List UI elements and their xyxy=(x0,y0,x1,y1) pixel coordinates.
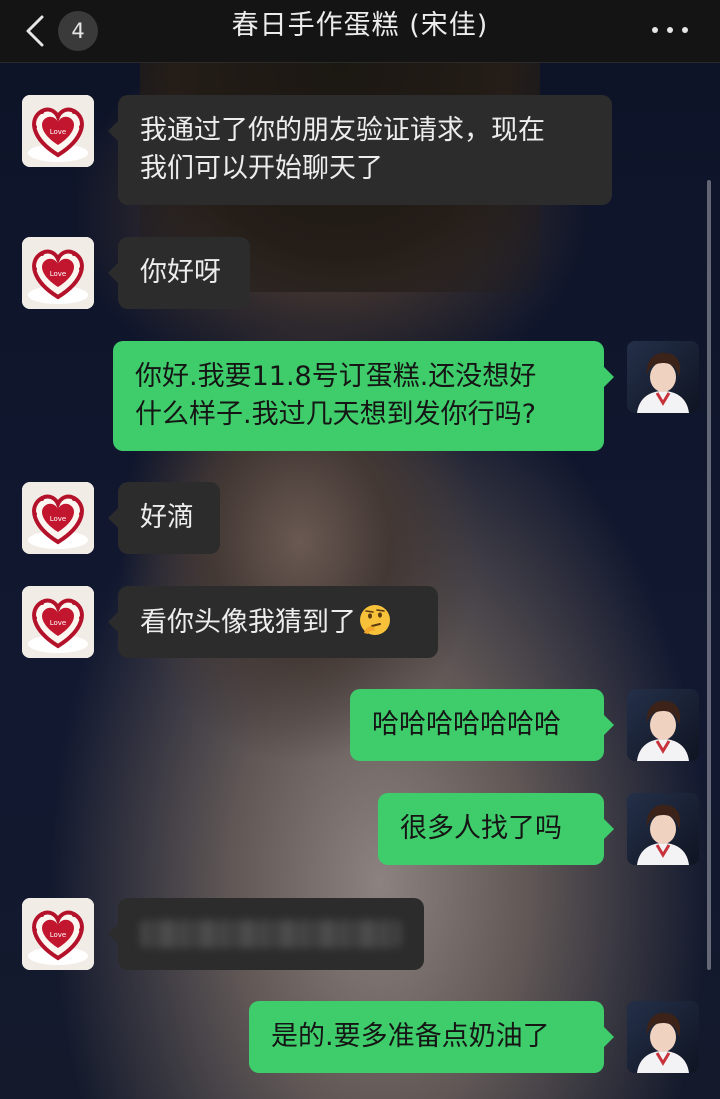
message-text-line: 是的.要多准备点奶油了 xyxy=(271,1021,550,1052)
svg-text:Love: Love xyxy=(50,270,67,278)
svg-text:Love: Love xyxy=(50,515,67,523)
dot-icon xyxy=(682,27,688,33)
outgoing-message-bubble[interactable]: 很多人找了吗 xyxy=(378,793,614,865)
chevron-left-icon xyxy=(26,15,44,47)
message-text-line: 你好.我要11.8号订蛋糕.还没想好 xyxy=(135,361,537,392)
incoming-message-bubble[interactable]: 我通过了你的朋友验证请求，现在 我们可以开始聊天了 xyxy=(108,95,612,205)
chat-header: 4 春日手作蛋糕 (宋佳) xyxy=(0,0,720,63)
chat-title: 春日手作蛋糕 (宋佳) xyxy=(231,10,489,41)
user-portrait-avatar[interactable] xyxy=(627,793,699,865)
dot-icon xyxy=(667,27,673,33)
user-portrait-avatar[interactable] xyxy=(627,689,699,761)
message-text-line: 看你头像我猜到了 xyxy=(140,607,356,638)
message-text-line: 我通过了你的朋友验证请求，现在 xyxy=(140,115,545,146)
svg-text:Love: Love xyxy=(50,619,67,627)
user-portrait-avatar[interactable] xyxy=(627,1001,699,1073)
blurred-text xyxy=(140,920,402,948)
cake-heart-avatar[interactable]: Love xyxy=(22,95,94,167)
scrollbar[interactable] xyxy=(707,180,711,970)
cake-heart-avatar[interactable]: Love xyxy=(22,237,94,309)
cake-heart-avatar[interactable]: Love xyxy=(22,586,94,658)
thinking-face-emoji-icon xyxy=(360,605,390,635)
incoming-message-bubble[interactable]: 你好呀 xyxy=(108,237,250,309)
message-text-line: 我们可以开始聊天了 xyxy=(140,153,383,184)
outgoing-message-bubble[interactable]: 你好.我要11.8号订蛋糕.还没想好 什么样子.我过几天想到发你行吗? xyxy=(113,341,614,451)
incoming-message-bubble[interactable]: 看你头像我猜到了 xyxy=(108,586,438,658)
more-options-button[interactable] xyxy=(652,18,688,42)
back-button[interactable]: 4 xyxy=(24,11,104,51)
svg-text:Love: Love xyxy=(50,931,67,939)
message-text-line: 好滴 xyxy=(140,502,194,533)
unread-count-badge: 4 xyxy=(58,11,98,51)
message-text-line: 你好呀 xyxy=(140,257,221,288)
message-text-line: 很多人找了吗 xyxy=(400,813,562,844)
user-portrait-avatar[interactable] xyxy=(627,341,699,413)
outgoing-message-bubble[interactable]: 是的.要多准备点奶油了 xyxy=(249,1001,614,1073)
cake-heart-avatar[interactable]: Love xyxy=(22,482,94,554)
message-text-line: 什么样子.我过几天想到发你行吗? xyxy=(135,399,536,430)
svg-text:Love: Love xyxy=(50,128,67,136)
incoming-message-bubble[interactable]: 好滴 xyxy=(108,482,220,554)
redacted-message-bubble[interactable] xyxy=(108,898,424,970)
outgoing-message-bubble[interactable]: 哈哈哈哈哈哈哈 xyxy=(350,689,614,761)
cake-heart-avatar[interactable]: Love xyxy=(22,898,94,970)
message-text-line: 哈哈哈哈哈哈哈 xyxy=(372,709,561,740)
dot-icon xyxy=(652,27,658,33)
